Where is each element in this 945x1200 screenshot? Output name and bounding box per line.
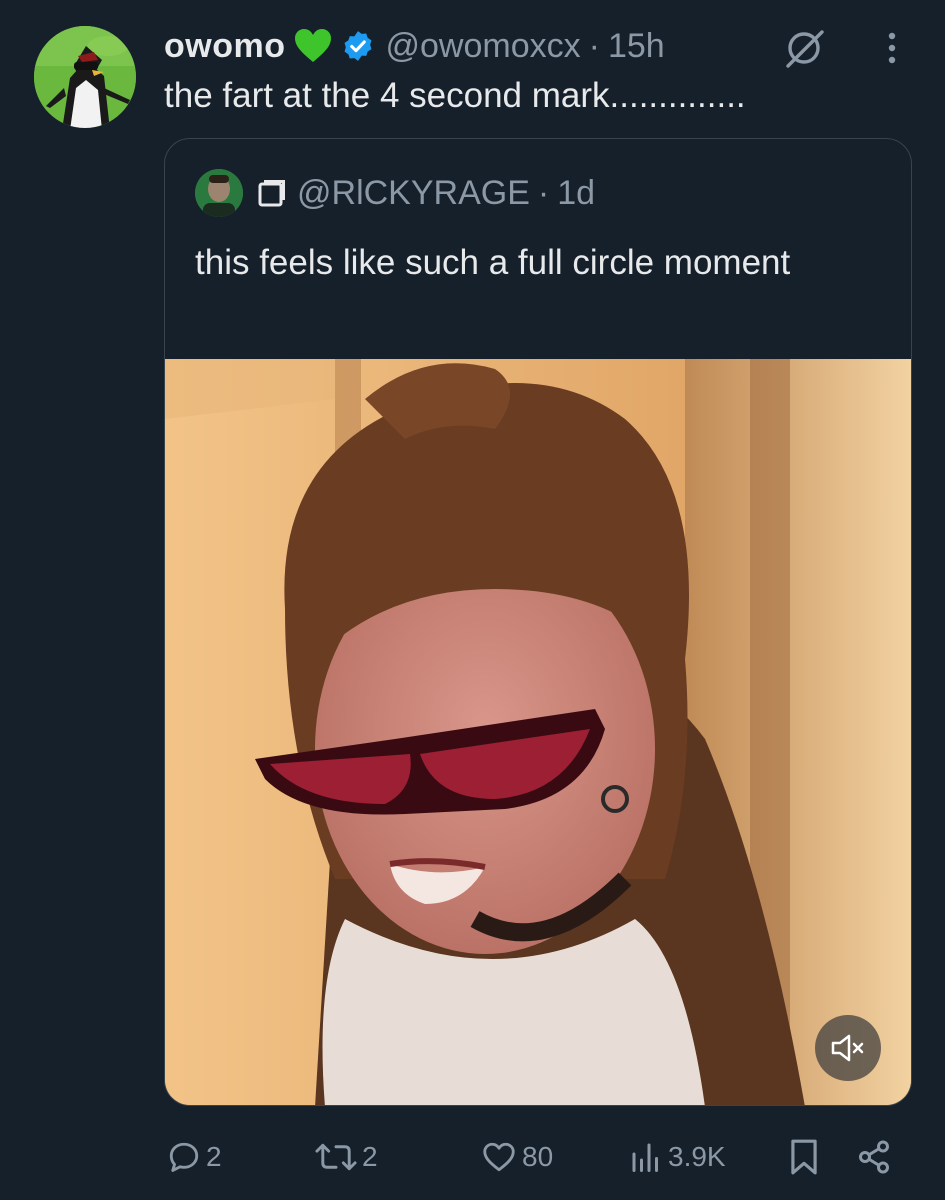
timestamp[interactable]: 15h (608, 27, 665, 66)
display-name[interactable]: owomo (164, 27, 285, 66)
verified-badge-icon[interactable] (341, 29, 375, 63)
video-player[interactable] (165, 359, 911, 1105)
share-icon (859, 1140, 889, 1174)
more-options-icon[interactable] (880, 28, 904, 68)
view-count: 3.9K (668, 1141, 726, 1172)
tweet[interactable]: owomo @owomoxcx · 15h the fart at the 4 … (0, 0, 945, 1200)
tweet-header: owomo @owomoxcx · 15h (164, 22, 665, 70)
like-button[interactable]: 80 (480, 1132, 553, 1182)
mute-button[interactable] (815, 1015, 881, 1081)
quoted-tweet[interactable]: @RlCKYRAGE · 1d this feels like such a f… (164, 138, 912, 1106)
reply-count: 2 (206, 1141, 222, 1172)
repost-button[interactable]: 2 (314, 1132, 378, 1182)
repost-count: 2 (362, 1141, 378, 1172)
square-icon (257, 178, 287, 208)
reply-icon (169, 1142, 199, 1172)
video-frame (165, 359, 911, 1105)
author-handle[interactable]: @owomoxcx (385, 27, 580, 66)
share-button[interactable] (856, 1132, 892, 1182)
quoted-tweet-text: this feels like such a full circle momen… (195, 243, 791, 282)
volume-muted-icon (831, 1034, 864, 1062)
quoted-author-handle[interactable]: @RlCKYRAGE (297, 174, 530, 213)
grok-icon[interactable] (784, 28, 824, 68)
quoted-author-avatar[interactable] (195, 169, 243, 217)
views-chart-icon (632, 1143, 658, 1172)
reply-button[interactable]: 2 (166, 1132, 222, 1182)
bookmark-icon (791, 1139, 817, 1175)
tweet-text: the fart at the 4 second mark...........… (164, 76, 746, 115)
views-button[interactable]: 3.9K (628, 1132, 726, 1182)
author-avatar[interactable] (34, 26, 136, 128)
like-count: 80 (522, 1141, 554, 1172)
green-heart-icon (293, 28, 333, 64)
penguin-avatar-image (34, 26, 136, 128)
quoted-timestamp[interactable]: 1d (557, 174, 595, 213)
bookmark-button[interactable] (788, 1132, 820, 1182)
heart-icon (483, 1142, 515, 1172)
action-bar: 2 2 80 3.9K (164, 1132, 912, 1182)
repost-icon (315, 1143, 357, 1171)
quoted-separator-dot: · (537, 173, 550, 212)
separator-dot: · (588, 26, 600, 65)
quoted-avatar-image (195, 169, 243, 217)
quoted-tweet-header: @RlCKYRAGE · 1d (195, 167, 595, 219)
